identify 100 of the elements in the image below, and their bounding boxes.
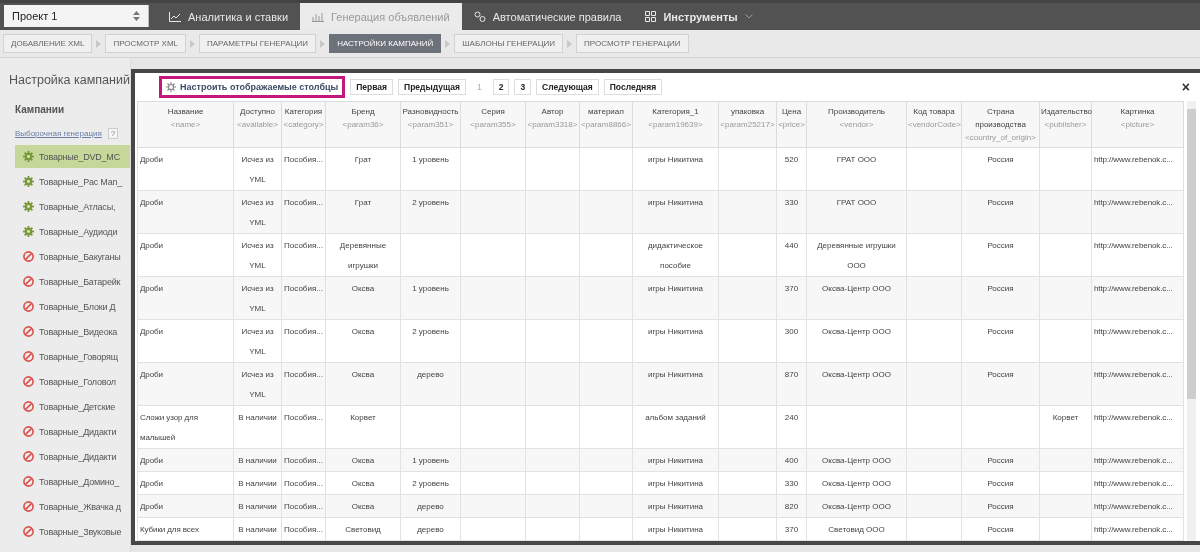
table-cell: 2 уровень xyxy=(412,479,449,488)
table-cell: Световид ООО xyxy=(828,525,885,534)
section-heading: Кампании xyxy=(14,103,66,117)
grid-icon xyxy=(645,11,657,22)
table-cell: 2 уровень xyxy=(412,198,449,207)
campaign-item[interactable]: Товарные_Головол xyxy=(15,370,130,393)
step-tab[interactable]: ДОБАВЛЕНИЕ XML xyxy=(3,34,93,53)
campaign-item[interactable]: Товарные_Жвачка д xyxy=(15,495,130,518)
campaign-item[interactable]: Товарные_Видеока xyxy=(15,320,130,343)
table-cell: http://www.rebenok.c... xyxy=(1094,370,1173,379)
column-header: материал <param8866> xyxy=(579,101,633,148)
step-tab[interactable]: ПАРАМЕТРЫ ГЕНЕРАЦИИ xyxy=(199,34,317,53)
campaign-item[interactable]: Товарные_Атласы, xyxy=(15,195,130,218)
table-cell: Деревянные игрушки xyxy=(339,241,387,270)
configure-columns-button[interactable]: Настроить отображаемые столбцы xyxy=(166,82,339,92)
campaign-item[interactable]: Товарные_DVD_MC xyxy=(15,145,130,168)
table-cell: 400 xyxy=(784,456,799,465)
caret-icon xyxy=(744,14,753,19)
page-button[interactable]: 2 xyxy=(492,79,510,95)
table-cell: Оксва xyxy=(351,284,375,293)
campaign-item[interactable]: Товарные_Pac Man_ xyxy=(15,170,130,193)
last-page-button[interactable]: Последняя xyxy=(603,79,663,95)
next-page-button[interactable]: Следующая xyxy=(536,79,599,95)
first-page-button[interactable]: Первая xyxy=(350,79,394,95)
table-cell: Оксва xyxy=(351,327,375,336)
table-cell: В наличии xyxy=(238,479,277,488)
table-cell: 1 уровень xyxy=(412,155,449,164)
table-cell: Световид xyxy=(345,525,381,534)
nav-tab[interactable]: Аналитика и ставки xyxy=(157,3,301,30)
table-cell: Россия xyxy=(987,370,1014,379)
table-cell: Пособия... xyxy=(284,370,323,379)
table-cell: Пособия... xyxy=(284,413,323,422)
column-header: Бренд <param36> xyxy=(325,101,401,148)
column-header: упаковка <param25217> xyxy=(718,101,777,148)
table-cell: 870 xyxy=(784,370,799,379)
page-button[interactable]: 3 xyxy=(514,79,532,95)
scrollbar[interactable] xyxy=(1187,101,1196,541)
table-cell: Дроби xyxy=(140,479,163,488)
table-cell: Пособия... xyxy=(284,525,323,534)
campaign-item[interactable]: Товарные_Домино_ xyxy=(15,470,130,493)
table-cell: Дроби xyxy=(140,327,163,336)
step-tab[interactable]: ШАБЛОНЫ ГЕНЕРАЦИИ xyxy=(454,34,564,53)
column-header: Название <name> xyxy=(137,101,234,148)
table-cell: игры Никитина xyxy=(648,479,703,488)
campaign-item[interactable]: Товарные_Говорящ xyxy=(15,345,130,368)
panel-title: Настройка кампаний xyxy=(8,72,130,89)
table-cell: http://www.rebenok.c... xyxy=(1094,327,1173,336)
table-cell: Корвет xyxy=(350,413,376,422)
campaign-item[interactable]: Товарные_Бакуганы xyxy=(15,245,130,268)
table-cell: В наличии xyxy=(238,525,277,534)
nav-tab[interactable]: Инструменты xyxy=(633,3,765,30)
table-cell: 330 xyxy=(784,198,799,207)
table-cell: Оксва xyxy=(351,502,375,511)
column-header: Страна производства <country_of_origin> xyxy=(961,101,1040,148)
close-button[interactable]: × xyxy=(1177,79,1194,95)
table-cell: Оксва xyxy=(351,479,375,488)
table-cell: http://www.rebenok.c... xyxy=(1094,456,1173,465)
step-tab[interactable]: НАСТРОЙКИ КАМПАНИЙ xyxy=(329,34,442,53)
table-cell: http://www.rebenok.c... xyxy=(1094,155,1173,164)
table-cell: Грат xyxy=(354,155,372,164)
table-cell: Россия xyxy=(987,241,1014,250)
project-select[interactable]: Проект 1 xyxy=(4,5,149,27)
spinner-arrows-icon xyxy=(133,11,140,21)
table-cell: http://www.rebenok.c... xyxy=(1094,479,1173,488)
table-cell: Оксва-Центр ООО xyxy=(822,502,891,511)
campaign-item[interactable]: Товарные_Детские xyxy=(15,395,130,418)
table-cell: Исчез из YML xyxy=(241,370,274,399)
column-header: Разновидность <param351> xyxy=(400,101,461,148)
table-cell: Россия xyxy=(987,198,1014,207)
previous-page-button[interactable]: Предыдущая xyxy=(398,79,466,95)
step-tab[interactable]: ПРОСМОТР XML xyxy=(105,34,187,53)
column-header: Доступно <available> xyxy=(233,101,282,148)
table-cell: Россия xyxy=(987,456,1014,465)
column-header: Категория_1 <param19639> xyxy=(632,101,719,148)
table-cell: В наличии xyxy=(238,456,277,465)
column-header: Издательство <publisher> xyxy=(1039,101,1092,148)
table-cell: игры Никитина xyxy=(648,525,703,534)
scrollbar-thumb[interactable] xyxy=(1187,109,1196,399)
campaign-item[interactable]: Товарные_Аудиоди xyxy=(15,220,130,243)
campaign-item[interactable]: Товарные_Дидакти xyxy=(15,445,130,468)
table-cell: Дроби xyxy=(140,241,163,250)
campaign-item[interactable]: Товарные_Дидакти xyxy=(15,420,130,443)
table-cell: игры Никитина xyxy=(648,155,703,164)
table-cell: Оксва-Центр ООО xyxy=(822,327,891,336)
table-cell: Россия xyxy=(987,327,1014,336)
campaign-item[interactable]: Товарные_Блоки Д xyxy=(15,295,130,318)
step-tab[interactable]: ПРОСМОТР ГЕНЕРАЦИИ xyxy=(576,34,689,53)
campaign-item[interactable]: Товарные_Звуковые xyxy=(15,520,130,543)
table-cell: Дроби xyxy=(140,284,163,293)
campaign-item[interactable]: Товарные_Батарейк xyxy=(15,270,130,293)
table-cell: дерево xyxy=(417,370,444,379)
table-cell: Оксва xyxy=(351,456,375,465)
help-badge[interactable]: ? xyxy=(107,128,119,139)
table-cell: http://www.rebenok.c... xyxy=(1094,284,1173,293)
table-cell: игры Никитина xyxy=(648,456,703,465)
nav-tab[interactable]: Автоматические правила xyxy=(461,3,634,30)
table-cell: Оксва-Центр ООО xyxy=(822,284,891,293)
table-cell: 1 уровень xyxy=(412,456,449,465)
selective-generation-link[interactable]: Выборочная генерация xyxy=(15,129,102,138)
table-cell: Дроби xyxy=(140,456,163,465)
